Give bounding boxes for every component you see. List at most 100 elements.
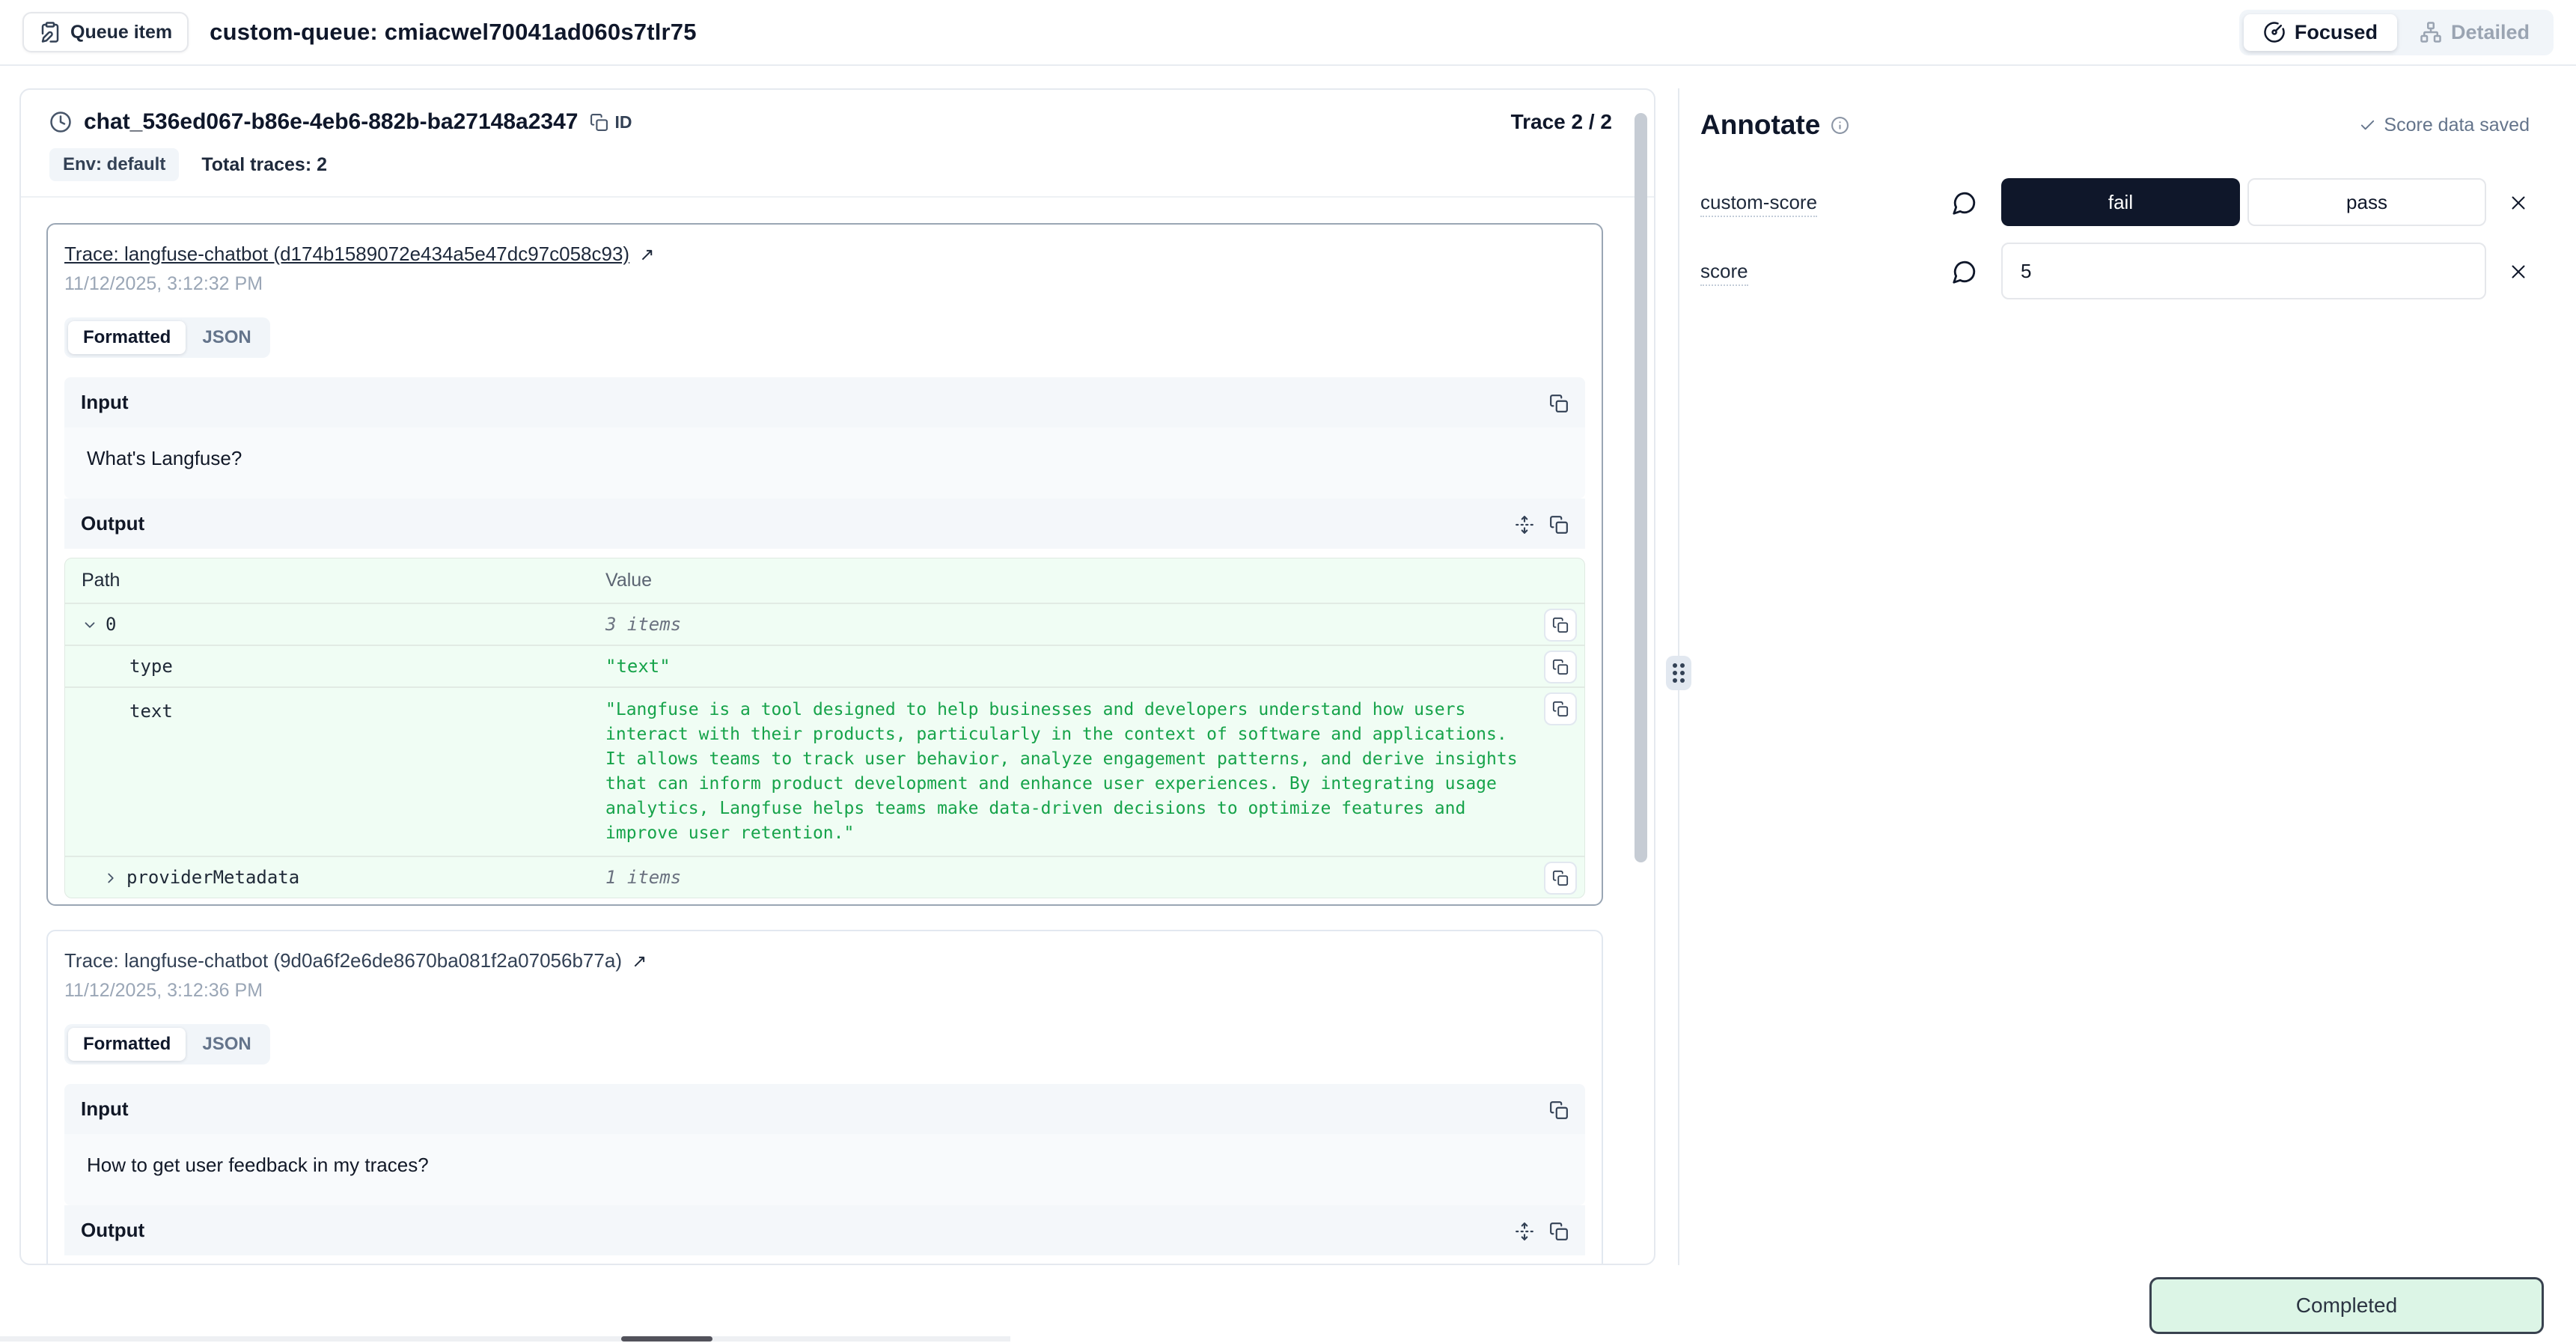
item-meta-row: Env: default Total traces: 2 [21, 135, 1654, 196]
gauge-icon [2263, 21, 2286, 43]
check-icon [2359, 117, 2376, 134]
copy-input-button[interactable] [1549, 1098, 1569, 1119]
output-label: Output [81, 1219, 144, 1242]
trace-link-2[interactable]: Trace: langfuse-chatbot (9d0a6f2e6de8670… [64, 949, 647, 972]
score-value-input[interactable] [2001, 243, 2486, 299]
format-tabs: Formatted JSON [64, 1024, 270, 1065]
table-row: providerMetadata 1 items [65, 856, 1584, 898]
vertical-scrollbar[interactable] [1635, 113, 1647, 862]
queue-item-panel: chat_536ed067-b86e-4eb6-882b-ba27148a234… [19, 88, 1655, 1265]
focused-view-button[interactable]: Focused [2244, 14, 2397, 51]
copy-icon [1552, 701, 1569, 717]
trace-counter: Trace 2 / 2 [1511, 110, 1612, 134]
chevron-down-icon[interactable] [82, 615, 98, 633]
copy-icon [1549, 515, 1569, 535]
row-value: 3 items [605, 614, 1530, 635]
copy-row-button[interactable] [1544, 651, 1577, 683]
table-row: text "Langfuse is a tool designed to hel… [65, 686, 1584, 856]
delete-score-icon[interactable] [2507, 190, 2530, 213]
tab-formatted[interactable]: Formatted [68, 1028, 186, 1061]
output-header: Output [64, 499, 1585, 549]
row-value: "Langfuse is a tool designed to help bus… [605, 698, 1530, 846]
copy-output-button[interactable] [1549, 513, 1569, 534]
copy-icon [1552, 870, 1569, 886]
view-mode-toggle: Focused Detailed [2239, 10, 2554, 55]
table-header-row: Path Value [65, 558, 1584, 603]
table-row: type "text" [65, 645, 1584, 686]
comment-icon[interactable] [1952, 189, 1977, 216]
input-label: Input [81, 1097, 129, 1121]
save-status-label: Score data saved [2384, 115, 2530, 136]
tab-json[interactable]: JSON [187, 1028, 266, 1061]
item-header: chat_536ed067-b86e-4eb6-882b-ba27148a234… [21, 90, 1654, 135]
row-value: 1 items [605, 867, 1530, 888]
chevron-right-icon[interactable] [103, 868, 119, 886]
page-title: custom-queue: cmiacwel70041ad060s7tlr75 [210, 19, 697, 46]
info-icon[interactable] [1831, 115, 1849, 135]
expand-rows-button[interactable] [1515, 513, 1534, 534]
value-column-header: Value [605, 570, 1530, 591]
env-badge: Env: default [49, 148, 179, 181]
completed-button[interactable]: Completed [2149, 1277, 2544, 1334]
expand-rows-button[interactable] [1515, 1219, 1534, 1240]
score-name: score [1700, 260, 1952, 283]
grip-dots-icon [1673, 663, 1685, 683]
tab-json[interactable]: JSON [187, 321, 266, 354]
queue-item-badge: Queue item [22, 12, 189, 52]
fail-option-button[interactable]: fail [2001, 178, 2240, 226]
copy-output-button[interactable] [1549, 1219, 1569, 1240]
output-header: Output [64, 1205, 1585, 1255]
row-value: "text" [605, 656, 1530, 677]
detailed-view-button[interactable]: Detailed [2400, 14, 2549, 51]
copy-icon [1549, 1100, 1569, 1120]
trace-card-2: Trace: langfuse-chatbot (9d0a6f2e6de8670… [46, 930, 1603, 1265]
traces-list: Trace: langfuse-chatbot (d174b1589072e43… [21, 198, 1654, 1265]
input-header: Input [64, 377, 1585, 427]
scrollbar-thumb[interactable] [621, 1336, 712, 1342]
annotate-title: Annotate [1700, 109, 1820, 141]
score-row-score: score [1700, 243, 2549, 299]
trace-link-1[interactable]: Trace: langfuse-chatbot (d174b1589072e43… [64, 243, 654, 265]
trace-card-1: Trace: langfuse-chatbot (d174b1589072e43… [46, 223, 1603, 906]
copy-icon [1549, 394, 1569, 413]
input-value: How to get user feedback in my traces? [64, 1134, 1585, 1205]
delete-score-icon[interactable] [2507, 259, 2530, 282]
copy-id-button[interactable]: ID [590, 112, 632, 133]
copy-row-button[interactable] [1544, 609, 1577, 642]
copy-input-button[interactable] [1549, 392, 1569, 412]
clock-icon [49, 111, 72, 133]
tab-formatted[interactable]: Formatted [68, 321, 186, 354]
copy-row-button[interactable] [1544, 862, 1577, 895]
resize-handle[interactable] [1666, 656, 1691, 690]
total-traces-label: Total traces: 2 [201, 154, 327, 176]
annotate-panel: Annotate Score data saved custom-score f… [1693, 88, 2557, 1265]
session-title: chat_536ed067-b86e-4eb6-882b-ba27148a234… [84, 109, 578, 135]
path-column-header: Path [82, 570, 605, 591]
comment-icon[interactable] [1952, 258, 1977, 284]
clipboard-pen-icon [39, 21, 61, 43]
save-status: Score data saved [2359, 115, 2530, 136]
score-options: fail pass [2001, 178, 2486, 226]
table-row: 0 3 items [65, 603, 1584, 645]
trace-timestamp: 11/12/2025, 3:12:32 PM [64, 273, 1585, 295]
external-link-icon: ↗ [639, 245, 654, 265]
top-bar: Queue item custom-queue: cmiacwel70041ad… [0, 0, 2576, 66]
row-path: providerMetadata [126, 867, 299, 888]
output-json-table: Path Value 0 3 items type "text" [64, 558, 1585, 898]
copy-row-button[interactable] [1544, 692, 1577, 725]
score-row-custom-score: custom-score fail pass [1700, 178, 2549, 226]
copy-icon [1549, 1222, 1569, 1241]
trace-link-label: Trace: langfuse-chatbot (d174b1589072e43… [64, 243, 629, 265]
copy-icon [1552, 659, 1569, 675]
output-label: Output [81, 512, 144, 535]
row-path: type [129, 656, 173, 677]
pass-option-button[interactable]: pass [2247, 178, 2486, 226]
detailed-view-label: Detailed [2451, 21, 2530, 44]
row-path: text [129, 701, 173, 722]
trace-timestamp: 11/12/2025, 3:12:36 PM [64, 980, 1585, 1002]
format-tabs: Formatted JSON [64, 317, 270, 358]
horizontal-scrollbar[interactable] [0, 1336, 1010, 1342]
unfold-vertical-icon [1515, 1222, 1534, 1241]
score-name: custom-score [1700, 191, 1952, 214]
row-path: 0 [106, 614, 116, 635]
